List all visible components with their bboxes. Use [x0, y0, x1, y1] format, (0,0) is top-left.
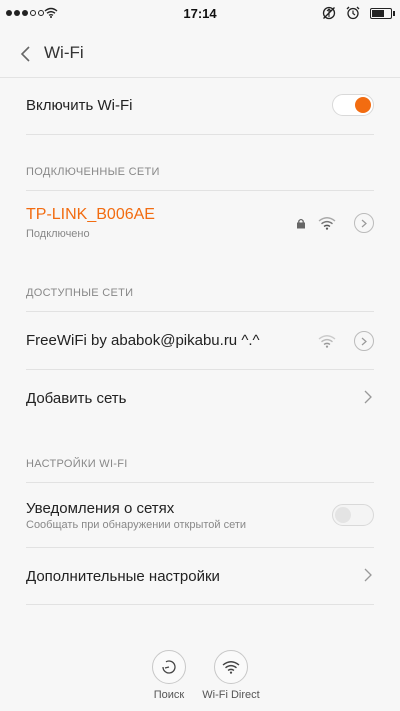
advanced-settings-row[interactable]: Дополнительные настройки — [0, 548, 400, 604]
advanced-settings-label: Дополнительные настройки — [26, 568, 220, 585]
wifi-toggle-row[interactable]: Включить Wi-Fi — [0, 78, 400, 134]
available-network-name: FreeWiFi by ababok@pikabu.ru ^.^ — [26, 332, 260, 349]
section-header-connected: ПОДКЛЮЧЕННЫЕ СЕТИ — [26, 166, 160, 178]
status-bar: 17:14 — [0, 0, 400, 28]
battery-icon — [370, 7, 395, 19]
chevron-right-icon — [364, 568, 372, 582]
network-details-button[interactable] — [354, 331, 374, 351]
add-network-label: Добавить сеть — [26, 390, 127, 407]
data-off-icon — [322, 6, 336, 20]
chevron-right-icon — [364, 390, 372, 404]
chevron-left-icon[interactable] — [16, 44, 36, 64]
wifi-signal-icon — [318, 217, 336, 230]
section-header-available: ДОСТУПНЫЕ СЕТИ — [26, 287, 134, 299]
wifi-direct-label: Wi-Fi Direct — [202, 689, 260, 701]
section-header-settings: НАСТРОЙКИ WI-FI — [26, 458, 128, 470]
wifi-direct-icon — [222, 661, 240, 674]
wifi-toggle-switch[interactable] — [332, 94, 374, 116]
app-header: Wi-Fi — [0, 28, 400, 78]
available-network-row[interactable]: FreeWiFi by ababok@pikabu.ru ^.^ — [0, 312, 400, 369]
connected-network-row[interactable]: TP-LINK_B006AE Подключено — [0, 191, 400, 255]
divider — [26, 604, 374, 605]
connected-network-status: Подключено — [26, 228, 90, 240]
lock-icon — [297, 218, 305, 229]
notifications-label: Уведомления о сетях — [26, 500, 175, 517]
notifications-toggle-switch[interactable] — [332, 504, 374, 526]
add-network-row[interactable]: Добавить сеть — [0, 370, 400, 426]
chevron-right-icon — [361, 219, 367, 227]
network-details-button[interactable] — [354, 213, 374, 233]
notifications-sublabel: Сообщать при обнаружении открытой сети — [26, 519, 247, 531]
search-button[interactable] — [152, 650, 186, 684]
divider — [26, 134, 374, 135]
connected-network-name: TP-LINK_B006AE — [26, 206, 155, 223]
chevron-right-icon — [361, 337, 367, 345]
page-title: Wi-Fi — [44, 43, 84, 62]
wifi-toggle-label: Включить Wi-Fi — [26, 97, 133, 114]
wifi-direct-button[interactable] — [214, 650, 248, 684]
network-notifications-row[interactable]: Уведомления о сетях Сообщать при обнаруж… — [0, 483, 400, 547]
wifi-signal-icon — [318, 335, 336, 348]
alarm-clock-icon — [346, 6, 360, 20]
refresh-search-icon — [162, 660, 176, 674]
